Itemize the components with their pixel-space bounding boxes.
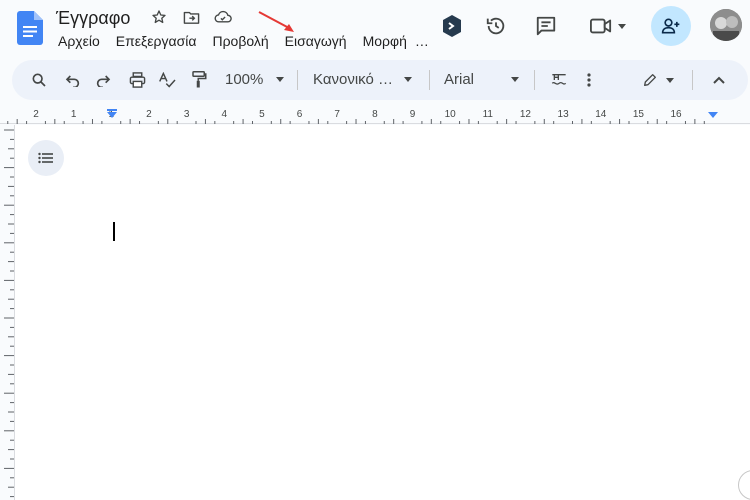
show-outline-button[interactable]	[28, 140, 64, 176]
meet-icon[interactable]	[584, 10, 632, 42]
search-icon[interactable]	[28, 68, 50, 92]
horizontal-ruler[interactable]: 2112345678910111213141516	[0, 104, 750, 124]
ruler-label: 14	[595, 109, 607, 120]
comment-icon[interactable]	[530, 10, 562, 42]
toolbar-divider	[534, 70, 535, 90]
ruler-label: 3	[184, 109, 190, 120]
avatar[interactable]	[710, 9, 742, 41]
first-line-indent-marker[interactable]	[107, 109, 117, 111]
menu-bar: Αρχείο Επεξεργασία Προβολή Εισαγωγή Μορφ…	[58, 33, 445, 49]
more-vert-icon[interactable]	[580, 68, 598, 92]
ruler-label: 11	[483, 109, 494, 120]
menu-format[interactable]: Μορφή	[363, 33, 407, 49]
zoom-dropdown-icon[interactable]	[276, 77, 284, 82]
menu-file[interactable]: Αρχείο	[58, 33, 100, 49]
editing-mode-button[interactable]	[638, 68, 678, 92]
print-icon[interactable]	[126, 68, 148, 92]
move-folder-icon[interactable]	[182, 8, 200, 26]
chevron-up-icon[interactable]	[708, 68, 730, 92]
outline-list-icon	[38, 152, 53, 164]
style-dropdown-icon[interactable]	[404, 77, 412, 82]
ruler-label: 12	[520, 109, 532, 120]
extension-icon[interactable]	[436, 10, 468, 42]
ruler-label: 9	[410, 109, 416, 120]
redo-icon[interactable]	[92, 68, 114, 92]
ruler-label: 2	[146, 109, 152, 120]
cloud-icon[interactable]	[214, 8, 232, 26]
ruler-label: 5	[259, 109, 265, 120]
ruler-label: 4	[221, 109, 227, 120]
header: Έγγραφο Αρχείο Επεξεργασία Προβολή Εισαγ…	[0, 0, 750, 58]
zoom-select[interactable]: 100%	[225, 71, 263, 88]
toolbar: 100% Κανονικό … Arial	[12, 60, 748, 100]
font-select[interactable]: Arial	[444, 71, 474, 88]
undo-icon[interactable]	[62, 68, 84, 92]
text-cursor	[113, 222, 115, 241]
toolbar-divider	[692, 70, 693, 90]
docs-window: Έγγραφο Αρχείο Επεξεργασία Προβολή Εισαγ…	[0, 0, 750, 500]
ruler-label: 7	[334, 109, 340, 120]
ruler-label: 2	[33, 109, 39, 120]
ruler-label: 6	[297, 109, 303, 120]
share-add-person-icon	[661, 18, 680, 34]
ruler-label: 13	[558, 109, 570, 120]
toolbar-divider	[297, 70, 298, 90]
document-title[interactable]: Έγγραφο	[56, 8, 130, 29]
style-select[interactable]: Κανονικό …	[313, 71, 393, 88]
edit-pencil-icon	[644, 74, 656, 86]
star-icon[interactable]	[150, 8, 168, 26]
annotation-arrow-icon	[258, 11, 294, 32]
menu-more[interactable]: …	[415, 33, 429, 49]
ruler-label: 16	[670, 109, 682, 120]
share-button[interactable]	[651, 6, 691, 46]
paint-format-icon[interactable]	[188, 68, 210, 92]
chevron-down-icon	[666, 77, 674, 83]
spellcheck-icon[interactable]	[156, 68, 178, 92]
menu-edit[interactable]: Επεξεργασία	[116, 33, 197, 49]
ruler-label: 8	[372, 109, 378, 120]
document-page[interactable]	[14, 125, 750, 500]
ruler-label: 15	[633, 109, 645, 120]
ruler-scale: 2112345678910111213141516	[7, 109, 718, 124]
indent-marker[interactable]	[708, 112, 718, 118]
docs-logo-icon[interactable]	[17, 11, 43, 45]
vertical-ruler[interactable]	[0, 124, 14, 500]
ruler-label: 1	[71, 109, 77, 120]
toolbar-divider	[429, 70, 430, 90]
vertical-ruler-scale	[4, 129, 14, 498]
chevron-down-icon	[618, 23, 626, 29]
history-icon[interactable]	[480, 10, 512, 42]
font-dropdown-icon[interactable]	[511, 77, 519, 82]
line-spacing-icon[interactable]	[548, 68, 570, 92]
ruler-label: 10	[445, 109, 457, 120]
